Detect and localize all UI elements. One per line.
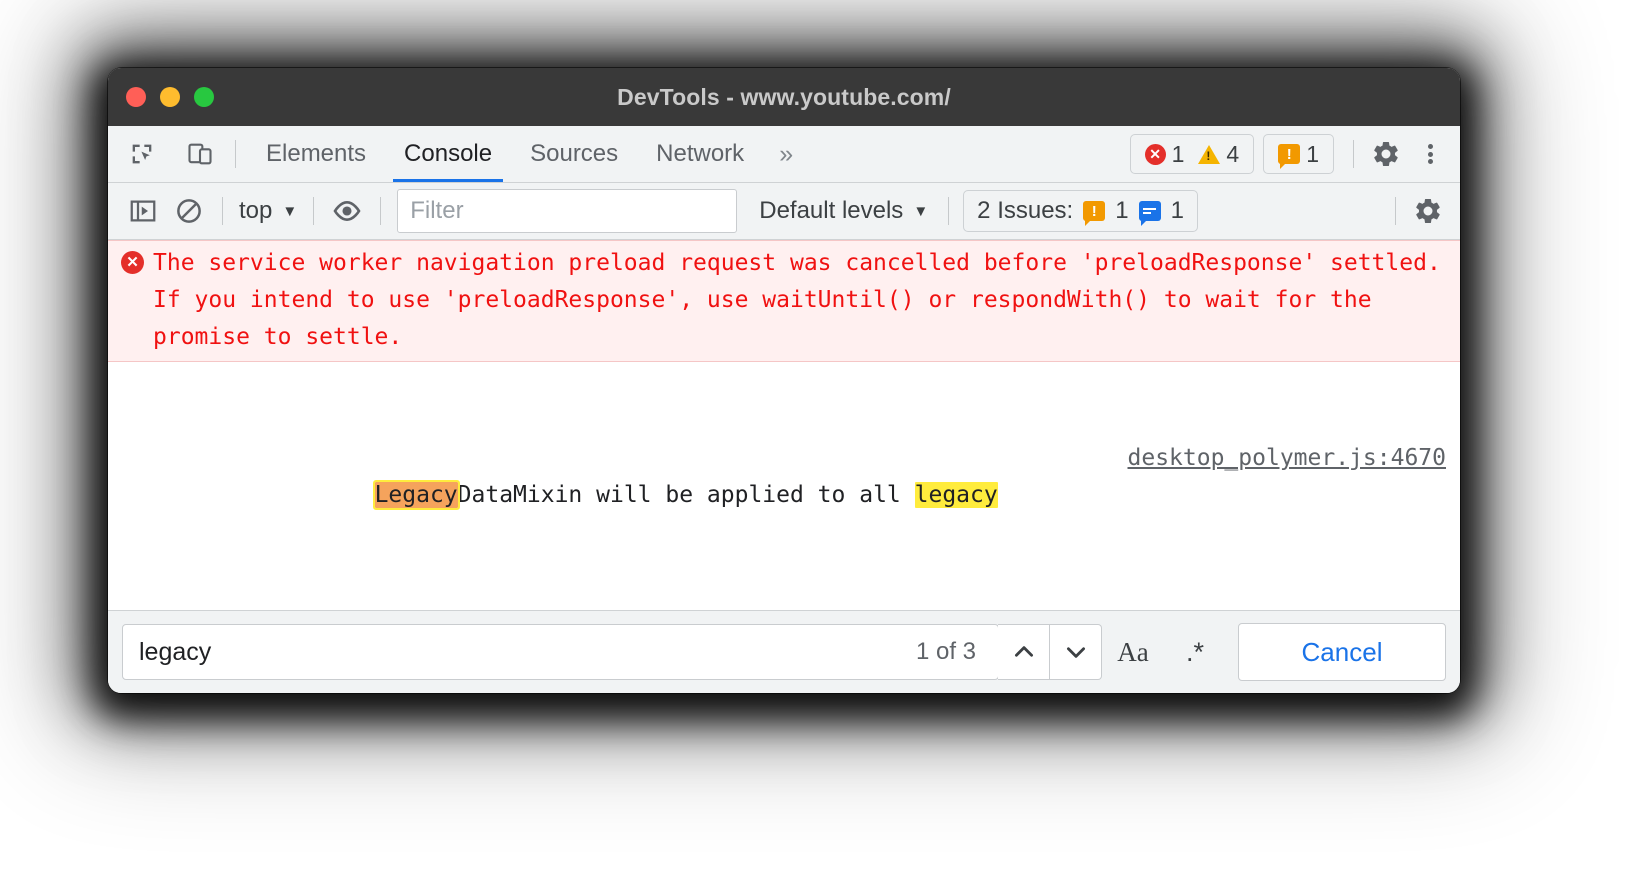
devtools-more-options-button[interactable] <box>1408 132 1452 176</box>
context-label: top <box>239 197 273 224</box>
console-message-list[interactable]: ✕ The service worker navigation preload … <box>108 240 1460 610</box>
console-toolbar-divider-3 <box>380 197 382 225</box>
close-window-button[interactable] <box>126 87 146 107</box>
info-issue-icon <box>1138 201 1161 226</box>
traffic-lights <box>126 68 214 126</box>
title-bar: DevTools - www.youtube.com/ <box>108 68 1460 126</box>
minimize-window-button[interactable] <box>160 87 180 107</box>
use-regex-button[interactable]: .* <box>1164 624 1226 680</box>
search-match-count: 1 of 3 <box>915 638 976 665</box>
filter-input[interactable]: Filter <box>397 189 738 233</box>
clear-console-icon <box>177 199 201 223</box>
issues-counter[interactable]: ! 1 <box>1263 134 1334 174</box>
tab-network[interactable]: Network <box>637 126 763 182</box>
console-toolbar-divider-4 <box>948 197 950 225</box>
console-search-bar: legacy 1 of 3 Aa .* Cancel <box>108 610 1460 693</box>
toolbar-right-group: ✕ 1 4 ! 1 <box>1129 126 1452 182</box>
console-toolbar-divider-5 <box>1395 197 1396 225</box>
filter-placeholder: Filter <box>410 197 464 224</box>
clear-console-button[interactable] <box>166 190 212 232</box>
search-previous-button[interactable] <box>998 624 1050 680</box>
cancel-search-button[interactable]: Cancel <box>1238 623 1446 681</box>
console-toolbar-divider-1 <box>222 197 223 225</box>
error-message-text: The service worker navigation preload re… <box>153 250 1455 350</box>
issues-label: 2 Issues: <box>977 197 1074 224</box>
inspect-element-button[interactable] <box>118 132 166 176</box>
kebab-menu-icon <box>1427 142 1433 167</box>
chevron-down-icon: ▼ <box>282 202 298 220</box>
match-case-button[interactable]: Aa <box>1102 624 1164 680</box>
log-levels-selector[interactable]: Default levels ▼ <box>749 197 938 225</box>
eye-icon <box>333 200 361 222</box>
javascript-context-selector[interactable]: top ▼ <box>233 197 303 225</box>
panel-tabs: Elements Console Sources Network » <box>247 126 809 182</box>
search-navigation <box>998 624 1102 680</box>
error-count: 1 <box>1171 140 1185 167</box>
toolbar-divider-right <box>1353 140 1354 168</box>
search-match-active: Legacy <box>372 480 460 510</box>
search-next-button[interactable] <box>1050 624 1102 680</box>
issue-icon: ! <box>1083 201 1106 226</box>
chevron-down-icon: ▼ <box>913 202 929 220</box>
chevron-up-icon <box>1014 646 1033 657</box>
device-toolbar-icon <box>188 143 212 165</box>
console-message-error[interactable]: ✕ The service worker navigation preload … <box>108 240 1460 362</box>
screenshot-root: DevTools - www.youtube.com/ Elements Con… <box>0 0 1650 878</box>
console-sidebar-button[interactable] <box>120 190 166 232</box>
window-title: DevTools - www.youtube.com/ <box>617 83 951 110</box>
issues-summary-button[interactable]: 2 Issues: ! 1 1 <box>963 190 1198 232</box>
issue-counter-item[interactable]: ! 1 <box>1274 140 1323 169</box>
inspect-element-icon <box>132 144 152 164</box>
info-text-part-1: DataMixin will be applied to all <box>457 482 915 508</box>
gear-icon <box>1374 141 1398 167</box>
warning-icon <box>1198 144 1221 164</box>
devtools-window: DevTools - www.youtube.com/ Elements Con… <box>108 68 1460 693</box>
console-settings-button[interactable] <box>1406 189 1450 233</box>
devtools-tab-bar: Elements Console Sources Network » ✕ 1 4 <box>108 126 1460 183</box>
tab-sources[interactable]: Sources <box>511 126 637 182</box>
issues-orange-count: 1 <box>1115 197 1129 224</box>
console-message-info[interactable]: LegacyDataMixin will be applied to all l… <box>108 362 1460 610</box>
search-input[interactable]: legacy 1 of 3 <box>122 624 999 680</box>
error-counter[interactable]: ✕ 1 <box>1141 141 1189 168</box>
error-warning-counter[interactable]: ✕ 1 4 <box>1129 134 1255 174</box>
issue-count: 1 <box>1306 140 1319 167</box>
issue-icon: ! <box>1278 144 1301 169</box>
search-query-value: legacy <box>139 637 212 666</box>
error-icon: ✕ <box>1144 143 1166 165</box>
console-sidebar-icon <box>130 200 156 222</box>
more-tabs-button[interactable]: » <box>763 126 809 182</box>
source-link[interactable]: desktop_polymer.js:4670 <box>1118 440 1447 477</box>
gear-icon <box>1416 198 1440 224</box>
search-match: legacy <box>914 482 998 508</box>
console-toolbar-right <box>1385 189 1450 233</box>
info-message-text: LegacyDataMixin will be applied to all l… <box>153 366 1446 610</box>
console-toolbar: top ▼ Filter Default levels ▼ 2 Issues: … <box>108 183 1460 240</box>
tab-console[interactable]: Console <box>385 126 511 182</box>
warning-counter[interactable]: 4 <box>1194 141 1243 168</box>
issues-blue-count: 1 <box>1170 197 1184 224</box>
log-levels-label: Default levels <box>759 197 904 224</box>
chevron-down-icon <box>1066 647 1085 658</box>
warning-count: 4 <box>1226 140 1240 167</box>
devtools-settings-button[interactable] <box>1364 132 1408 176</box>
live-expression-button[interactable] <box>324 190 370 232</box>
message-level-badge <box>121 366 153 610</box>
error-icon: ✕ <box>121 251 144 274</box>
device-toolbar-button[interactable] <box>176 132 224 176</box>
toolbar-divider <box>235 140 236 168</box>
tab-elements[interactable]: Elements <box>247 126 385 182</box>
message-level-badge: ✕ <box>121 245 153 356</box>
maximize-window-button[interactable] <box>194 87 214 107</box>
console-toolbar-divider-2 <box>313 197 315 225</box>
